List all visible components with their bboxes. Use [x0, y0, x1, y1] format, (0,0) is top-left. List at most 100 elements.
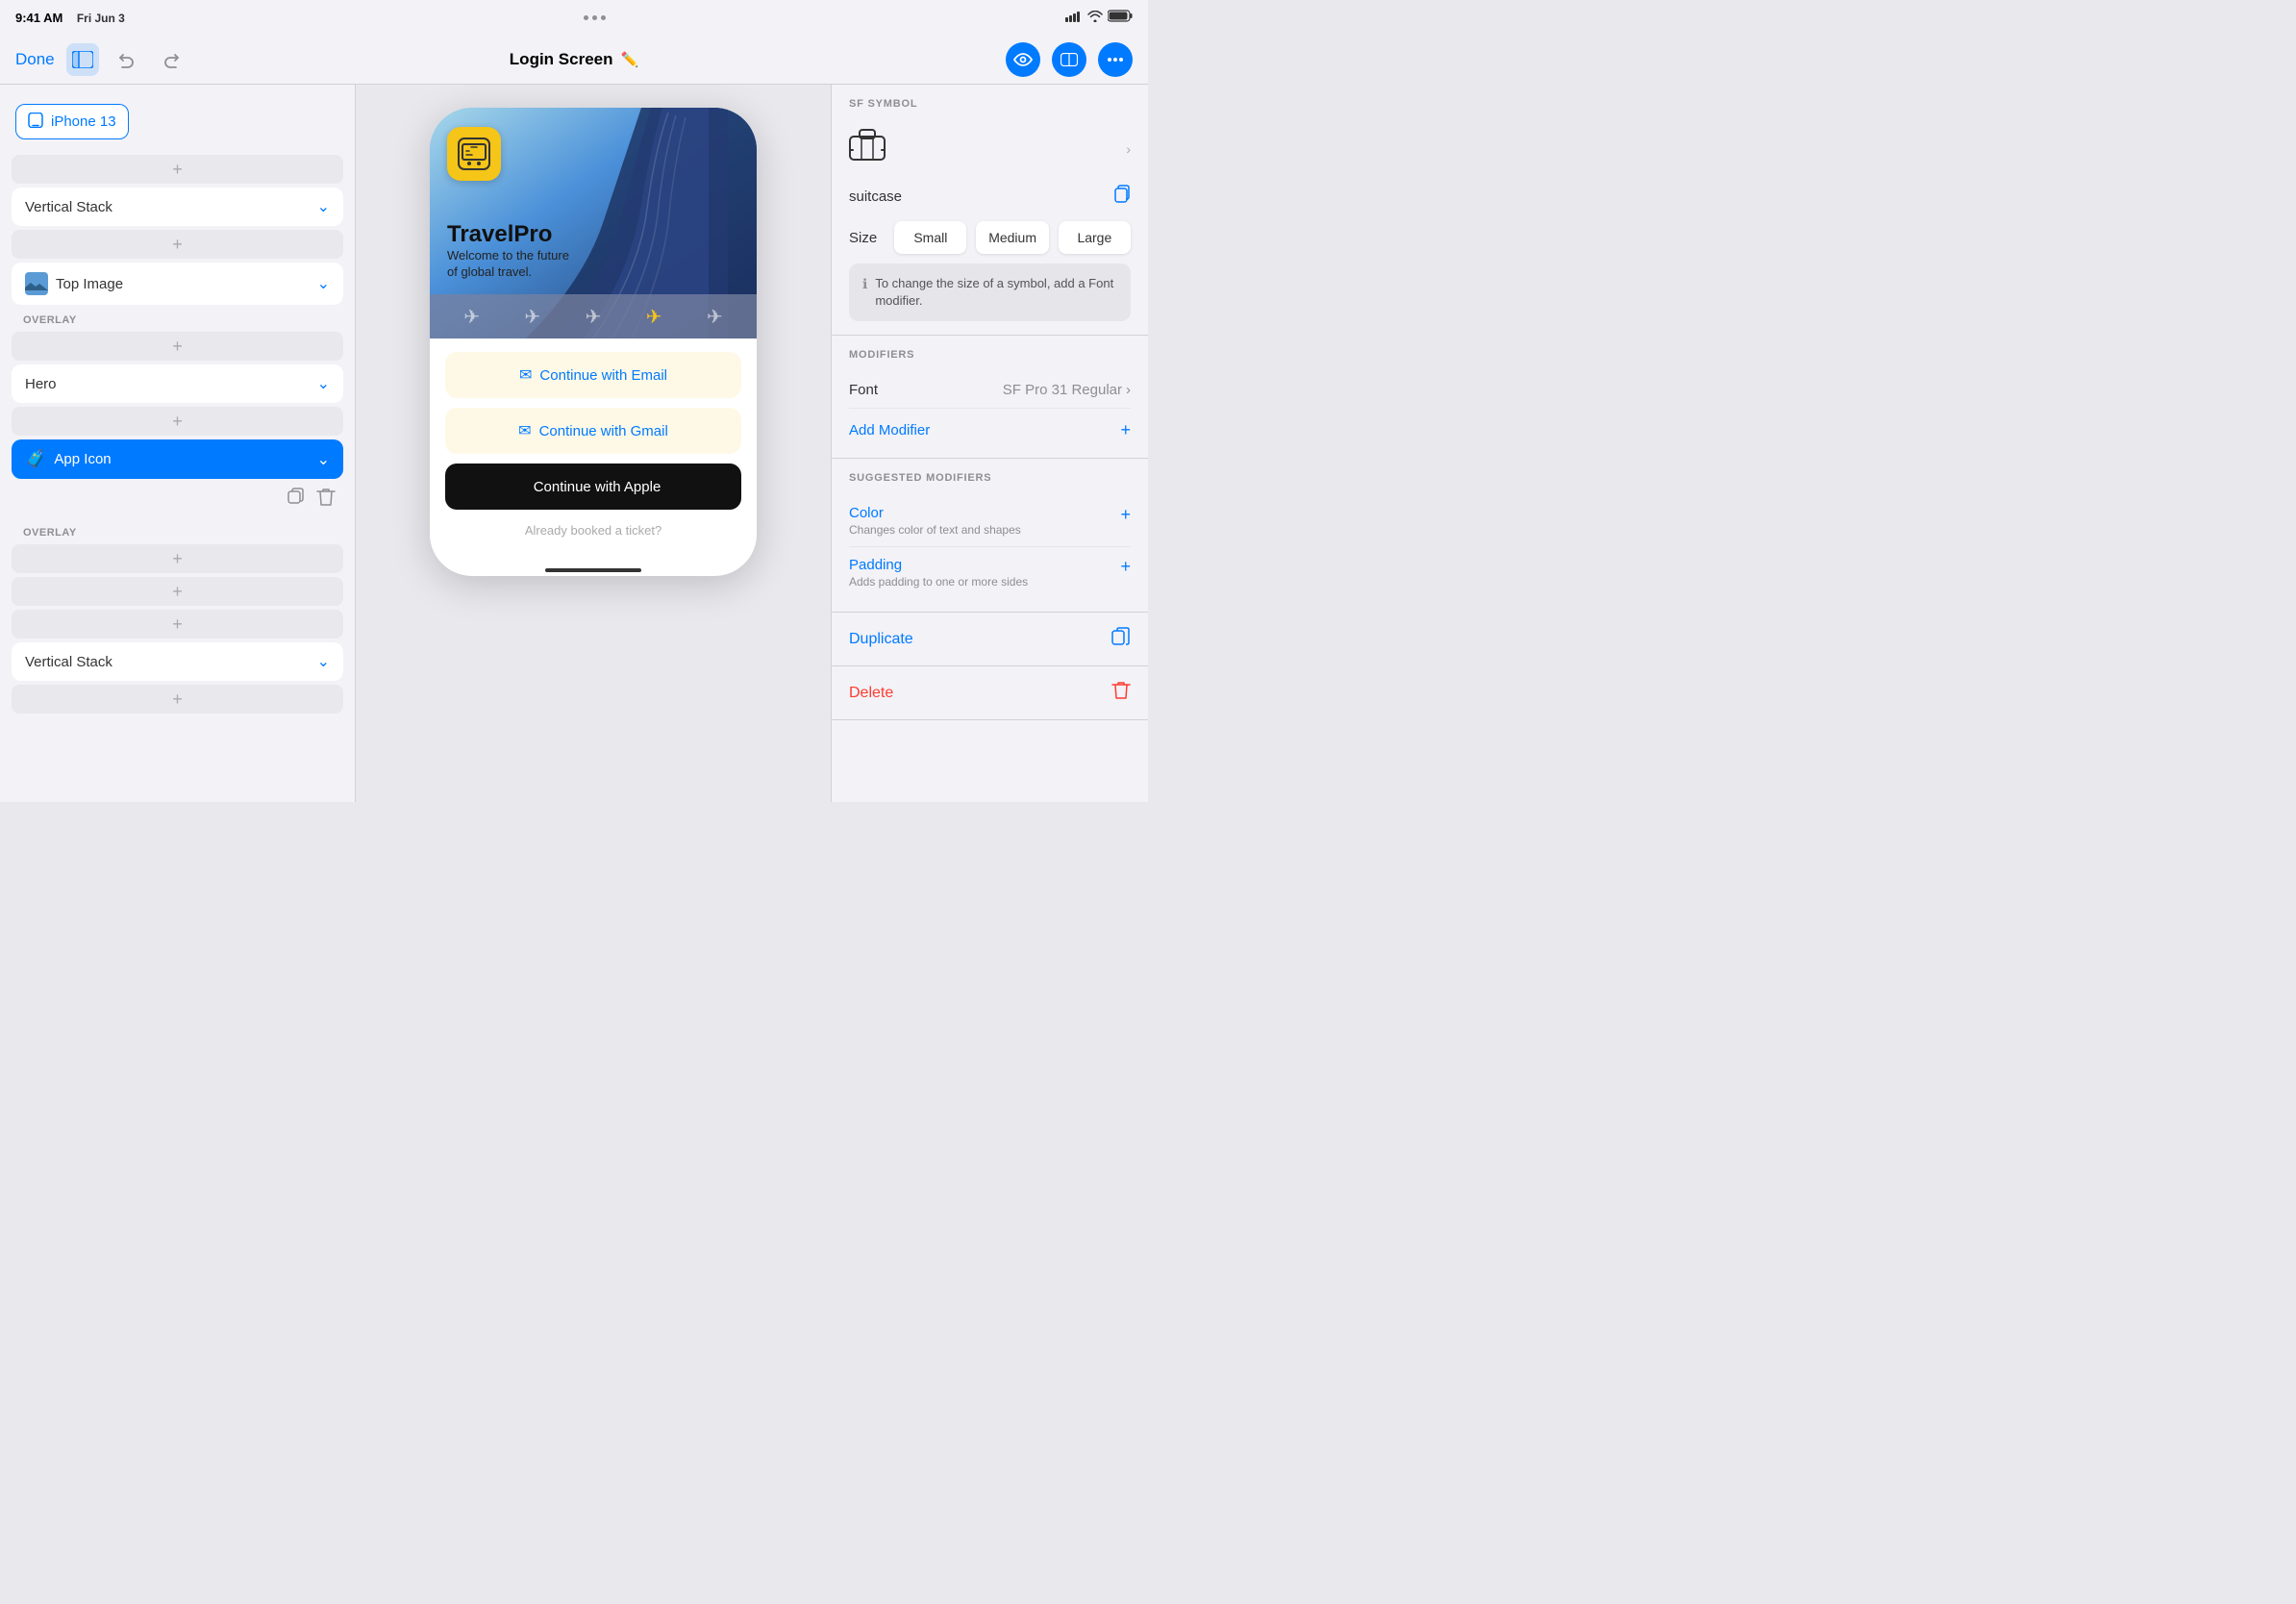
- chevron-down-icon-1: ⌄: [317, 197, 330, 216]
- padding-modifier-item[interactable]: Padding Adds padding to one or more side…: [849, 547, 1131, 598]
- done-button[interactable]: Done: [15, 50, 55, 69]
- toolbar-title: Login Screen: [510, 50, 613, 69]
- toolbar-left: Done: [15, 43, 387, 76]
- sf-symbol-chevron-icon[interactable]: ›: [1126, 141, 1131, 157]
- delete-action-label: Delete: [849, 685, 893, 702]
- add-button-4[interactable]: +: [12, 407, 343, 436]
- center-panel: TravelPro Welcome to the future of globa…: [356, 85, 831, 802]
- hero-subtitle: Welcome to the future of global travel.: [447, 248, 569, 281]
- sidebar-toggle-button[interactable]: [66, 43, 99, 76]
- hero-label: Hero: [25, 376, 57, 392]
- edit-title-icon[interactable]: ✏️: [620, 51, 638, 68]
- padding-modifier-desc: Adds padding to one or more sides: [849, 575, 1028, 589]
- chevron-down-icon-2: ⌄: [317, 274, 330, 293]
- dot1: [584, 15, 588, 20]
- continue-apple-button[interactable]: Continue with Apple: [445, 464, 741, 510]
- device-label: iPhone 13: [51, 113, 116, 130]
- chevron-down-icon-4: ⌄: [317, 652, 330, 671]
- add-color-modifier-icon[interactable]: +: [1120, 505, 1131, 525]
- vertical-stack-label-2: Vertical Stack: [25, 654, 112, 670]
- plane-icon-2: ✈: [524, 305, 540, 329]
- left-panel: iPhone 13 + Vertical Stack ⌄ +: [0, 85, 356, 802]
- preview-button[interactable]: [1006, 42, 1040, 77]
- top-image-thumbnail: [25, 272, 48, 295]
- dot2: [592, 15, 597, 20]
- already-booked-text: Already booked a ticket?: [445, 519, 741, 545]
- add-button-7[interactable]: +: [12, 610, 343, 639]
- font-modifier-key: Font: [849, 382, 878, 398]
- chevron-down-icon-3: ⌄: [317, 374, 330, 393]
- color-modifier-item[interactable]: Color Changes color of text and shapes +: [849, 495, 1131, 547]
- font-chevron-icon: ›: [1126, 382, 1131, 398]
- color-modifier-name: Color: [849, 505, 1021, 521]
- add-button-5[interactable]: +: [12, 544, 343, 573]
- delete-action-icon: [1111, 680, 1131, 706]
- duplicate-icon-small[interactable]: [286, 487, 305, 514]
- modifiers-section-header: MODIFIERS: [849, 349, 1131, 361]
- scroll-indicator: [545, 568, 641, 572]
- add-button-3[interactable]: +: [12, 332, 343, 361]
- animation-strip: ✈ ✈ ✈ ✈ ✈: [430, 294, 757, 338]
- status-bar: 9:41 AM Fri Jun 3: [0, 0, 1148, 35]
- vertical-stack-label-1: Vertical Stack: [25, 199, 112, 215]
- info-box: ℹ To change the size of a symbol, add a …: [849, 263, 1131, 321]
- add-button-2[interactable]: +: [12, 230, 343, 259]
- hero-item[interactable]: Hero ⌄: [12, 364, 343, 403]
- plane-icon-3: ✈: [586, 305, 602, 329]
- delete-icon-small[interactable]: [316, 487, 336, 514]
- login-area: ✉ Continue with Email ✉ Continue with Gm…: [430, 338, 757, 561]
- copy-sf-name-button[interactable]: [1111, 184, 1131, 210]
- continue-email-button[interactable]: ✉ Continue with Email: [445, 352, 741, 398]
- undo-button[interactable]: [111, 43, 143, 76]
- dot3: [601, 15, 606, 20]
- size-small-button[interactable]: Small: [894, 221, 966, 254]
- add-padding-modifier-icon[interactable]: +: [1120, 557, 1131, 577]
- add-modifier-button[interactable]: Add Modifier +: [849, 409, 1131, 444]
- duplicate-action-icon: [1111, 626, 1131, 652]
- app-icon-phone: [447, 127, 501, 181]
- toolbar-center: Login Screen ✏️: [387, 50, 760, 69]
- device-badge[interactable]: iPhone 13: [15, 104, 129, 139]
- sf-symbol-preview: ›: [849, 121, 1131, 176]
- continue-gmail-button[interactable]: ✉ Continue with Gmail: [445, 408, 741, 454]
- vertical-stack-item-2[interactable]: Vertical Stack ⌄: [12, 642, 343, 681]
- plane-icon-5: ✈: [707, 305, 723, 329]
- split-view-button[interactable]: [1052, 42, 1086, 77]
- padding-modifier-name: Padding: [849, 557, 1028, 573]
- size-large-button[interactable]: Large: [1059, 221, 1131, 254]
- vertical-stack-item-1[interactable]: Vertical Stack ⌄: [12, 188, 343, 226]
- redo-button[interactable]: [155, 43, 187, 76]
- signal-icon: [1065, 11, 1083, 25]
- toolbar-right: [761, 42, 1133, 77]
- plane-icon-4: ✈: [646, 305, 662, 329]
- size-medium-button[interactable]: Medium: [976, 221, 1048, 254]
- app-icon-label: App Icon: [54, 451, 111, 467]
- font-modifier-value[interactable]: SF Pro 31 Regular ›: [1003, 382, 1131, 398]
- three-dots-top: [584, 15, 606, 20]
- modifiers-section: MODIFIERS Font SF Pro 31 Regular › Add M…: [832, 336, 1148, 459]
- duplicate-action-row[interactable]: Duplicate: [832, 613, 1148, 666]
- size-label: Size: [849, 230, 877, 246]
- phone-mockup: TravelPro Welcome to the future of globa…: [430, 108, 757, 576]
- plane-icon-1: ✈: [463, 305, 480, 329]
- add-button-1[interactable]: +: [12, 155, 343, 184]
- sf-symbol-section-header: SF SYMBOL: [849, 98, 1131, 110]
- wifi-icon: [1087, 11, 1103, 25]
- toolbar: Done Login Screen ✏️: [0, 35, 1148, 85]
- overlay-label-1: OVERLAY: [0, 309, 355, 328]
- info-text: To change the size of a symbol, add a Fo…: [875, 275, 1117, 310]
- suggested-modifiers-header: SUGGESTED MODIFIERS: [849, 472, 1131, 484]
- brand-name: TravelPro: [447, 221, 569, 248]
- more-options-button[interactable]: [1098, 42, 1133, 77]
- size-selector-row: Size Small Medium Large: [849, 221, 1131, 254]
- add-button-8[interactable]: +: [12, 685, 343, 714]
- status-time: 9:41 AM: [15, 11, 62, 25]
- chevron-down-white-icon: ⌄: [317, 450, 330, 469]
- delete-action-row[interactable]: Delete: [832, 666, 1148, 720]
- battery-icon: [1108, 10, 1133, 25]
- add-button-6[interactable]: +: [12, 577, 343, 606]
- top-image-item[interactable]: Top Image ⌄: [12, 263, 343, 305]
- suggested-modifiers-section: SUGGESTED MODIFIERS Color Changes color …: [832, 459, 1148, 613]
- app-icon-selected-item[interactable]: 🧳 App Icon ⌄: [12, 439, 343, 479]
- font-modifier-row: Font SF Pro 31 Regular ›: [849, 372, 1131, 409]
